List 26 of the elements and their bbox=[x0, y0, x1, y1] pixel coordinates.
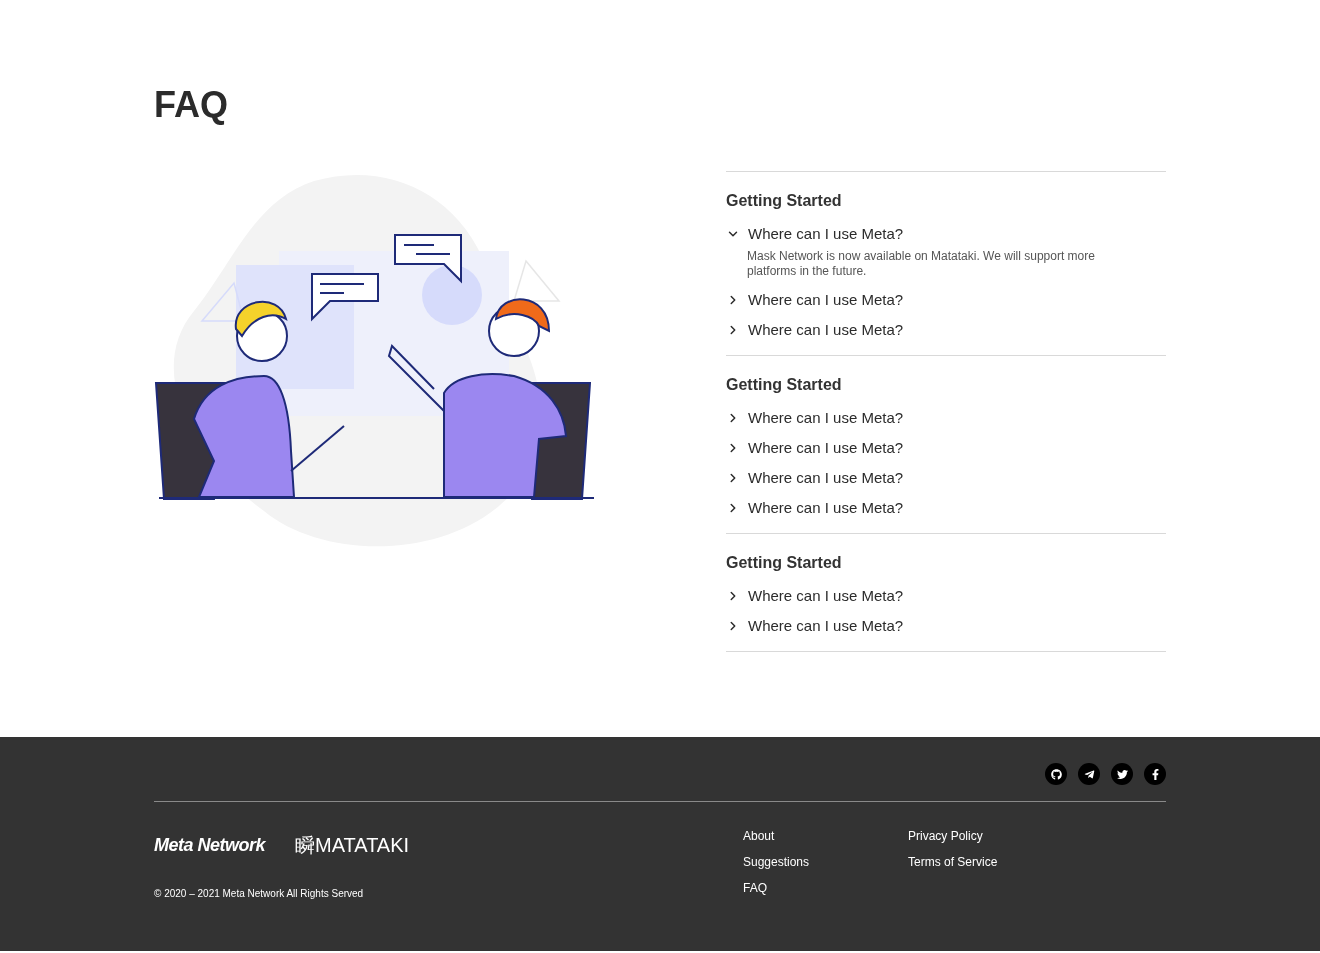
faq-question[interactable]: Where can I use Meta? bbox=[726, 433, 904, 463]
footer-link[interactable]: Terms of Service bbox=[908, 854, 998, 870]
section-heading: Getting Started bbox=[726, 191, 842, 211]
faq-question[interactable]: Where can I use Meta? bbox=[726, 315, 904, 345]
section-heading: Getting Started bbox=[726, 375, 842, 395]
footer-link[interactable]: About bbox=[743, 828, 775, 844]
page-title: FAQ bbox=[154, 84, 228, 126]
telegram-icon[interactable] bbox=[1078, 763, 1100, 785]
faq-answer: Mask Network is now available on Matataki. We will support more platforms in the future. bbox=[747, 249, 1096, 279]
footer-link[interactable]: Suggestions bbox=[743, 854, 810, 870]
twitter-icon[interactable] bbox=[1111, 763, 1133, 785]
faq-question[interactable]: Where can I use Meta? bbox=[726, 285, 904, 315]
facebook-icon[interactable] bbox=[1144, 763, 1166, 785]
faq-question[interactable]: Where can I use Meta? bbox=[726, 219, 904, 249]
meta-network-logo: Meta Network bbox=[154, 833, 266, 857]
faq-question[interactable]: Where can I use Meta? bbox=[726, 463, 904, 493]
github-icon[interactable] bbox=[1045, 763, 1067, 785]
faq-question[interactable]: Where can I use Meta? bbox=[726, 611, 904, 641]
faq-question[interactable]: Where can I use Meta? bbox=[726, 493, 904, 523]
copyright-text: © 2020 – 2021 Meta Network All Rights Served bbox=[154, 887, 365, 901]
faq-question[interactable]: Where can I use Meta? bbox=[726, 403, 904, 433]
footer-link[interactable]: Privacy Policy bbox=[908, 828, 983, 844]
footer-link[interactable]: FAQ bbox=[743, 880, 767, 896]
matataki-logo: 瞬MATATAKI bbox=[295, 833, 410, 858]
faq-question[interactable]: Where can I use Meta? bbox=[726, 581, 904, 611]
section-heading: Getting Started bbox=[726, 553, 842, 573]
